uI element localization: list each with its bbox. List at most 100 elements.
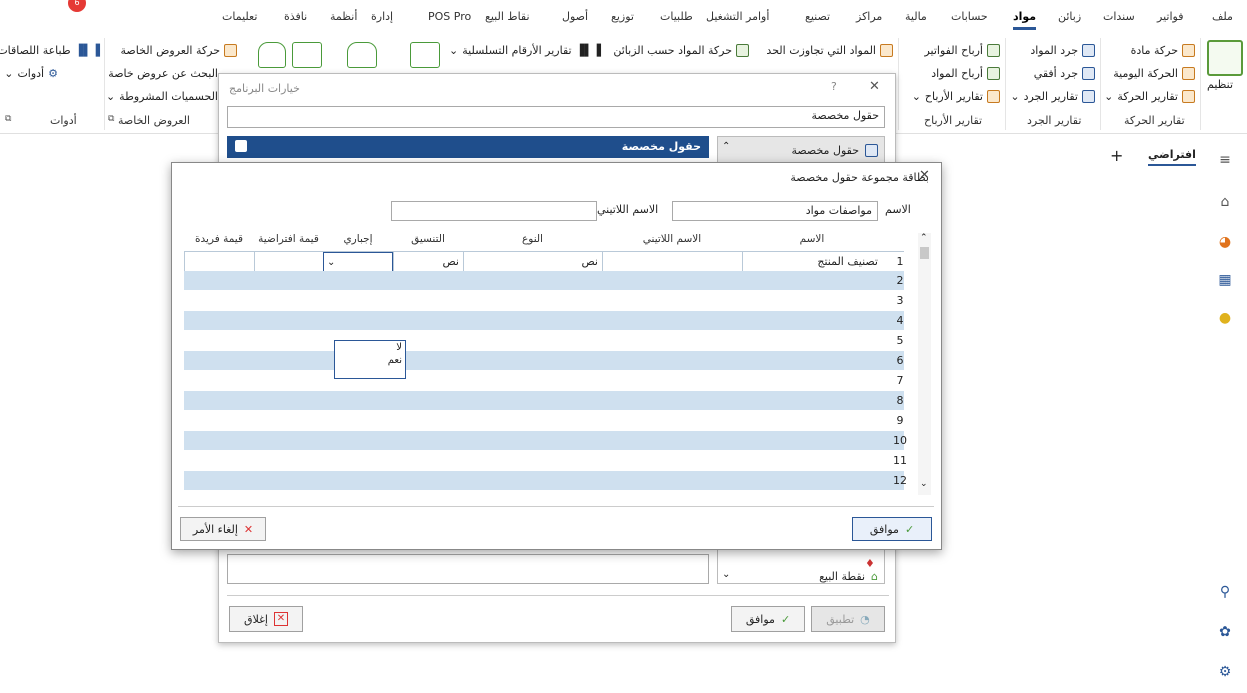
cell-format[interactable]: نص (393, 252, 463, 272)
ribbon-tools[interactable]: ⚙ أدوات ⌄ (4, 67, 58, 80)
menu-customers[interactable]: زبائن (1058, 10, 1081, 23)
table-row[interactable]: 1 تصنيف المنتج نص نص ⌄ (184, 251, 904, 272)
menu-invoices[interactable]: فواتير (1157, 10, 1183, 23)
column-header-format[interactable]: التنسيق (393, 233, 463, 249)
cell-latin-name[interactable] (602, 252, 742, 272)
dropdown-option-no[interactable]: لا (335, 341, 405, 354)
gear-icon[interactable]: ⚙ (1217, 664, 1233, 680)
menu-window[interactable]: نافذة (284, 10, 307, 23)
bag-chart-icon[interactable] (258, 42, 286, 68)
add-tab-button[interactable]: + (1110, 146, 1123, 165)
menu-help[interactable]: تعليمات (222, 10, 257, 23)
table-row[interactable]: 9 (184, 411, 904, 431)
menu-distribution[interactable]: توزيع (611, 10, 634, 23)
column-header-type[interactable]: النوع (463, 233, 602, 249)
close-icon[interactable]: ✕ (919, 168, 930, 183)
ribbon-daily-movement[interactable]: الحركة اليومية (1113, 67, 1195, 80)
organize-label[interactable]: تنظيم (1207, 78, 1233, 91)
close-button[interactable]: ✕ إغلاق (229, 606, 303, 632)
name-input[interactable]: مواصفات مواد (672, 201, 878, 221)
scroll-up-icon[interactable]: ⌃ (722, 141, 730, 152)
menu-manufacturing[interactable]: تصنيع (805, 10, 830, 23)
ribbon-movement-reports[interactable]: تقارير الحركة ⌄ (1104, 90, 1195, 103)
scroll-up-icon[interactable]: ⌃ (920, 233, 928, 243)
latin-name-input[interactable] (391, 201, 597, 221)
pie-chart-icon[interactable]: ◕ (1217, 234, 1233, 250)
table-row[interactable]: 4 (184, 311, 904, 331)
column-header-required[interactable]: إجباري (323, 233, 393, 249)
ribbon-offers-movement[interactable]: حركة العروض الخاصة (121, 44, 237, 57)
cash-chart-icon[interactable] (292, 42, 322, 68)
ribbon-horizontal-inventory[interactable]: جرد أفقي (1034, 67, 1095, 80)
ribbon-material-profit[interactable]: أرباح المواد (931, 67, 1000, 80)
ribbon-search-offers[interactable]: البحث عن عروض خاصة (108, 67, 218, 80)
scrollbar-thumb[interactable] (920, 247, 929, 259)
table-row[interactable]: 6 (184, 351, 904, 371)
table-row[interactable]: 12 (184, 471, 907, 491)
menu-accounts[interactable]: حسابات (951, 10, 988, 23)
column-header-latin-name[interactable]: الاسم اللاتيني (602, 233, 742, 249)
ribbon-movement-by-customer[interactable]: حركة المواد حسب الزبائن (613, 44, 749, 57)
ribbon-conditional-discounts[interactable]: الحسميات المشروطة ⌄ (106, 90, 218, 103)
menu-finance[interactable]: مالية (905, 10, 927, 23)
scroll-down-icon[interactable]: ⌄ (722, 569, 730, 580)
ribbon-exceeded-limit[interactable]: المواد التي تجاوزت الحد (766, 44, 893, 57)
expand-icon[interactable]: ⧉ (108, 114, 114, 124)
column-header-unique-value[interactable]: قيمة فريدة (184, 233, 254, 249)
dropdown-option-yes[interactable]: نعم (335, 354, 405, 367)
close-icon[interactable]: ✕ (869, 79, 880, 94)
lightbulb-icon[interactable]: ● (1217, 310, 1233, 326)
menu-vouchers[interactable]: سندات (1103, 10, 1135, 23)
notification-badge[interactable]: 6 (68, 0, 86, 12)
cash-icon[interactable] (410, 42, 440, 68)
menu-icon[interactable]: ≡ (1217, 152, 1233, 168)
chevron-down-icon[interactable]: ⌄ (327, 253, 335, 271)
search-icon[interactable]: ⚲ (1217, 584, 1233, 600)
table-row[interactable]: 5 (184, 331, 904, 351)
ribbon-inventory-reports[interactable]: تقارير الجرد ⌄ (1010, 90, 1095, 103)
palette-icon[interactable]: ✿ (1217, 624, 1233, 640)
cell-type[interactable]: نص (463, 252, 602, 272)
table-row[interactable]: 8 (184, 391, 904, 411)
grid-scrollbar[interactable]: ⌃ ⌄ (918, 233, 931, 495)
menu-pos-pro[interactable]: POS Pro (428, 10, 471, 23)
menu-admin[interactable]: إدارة (371, 10, 393, 23)
cell-name[interactable]: تصنيف المنتج (742, 252, 882, 272)
cell-default-value[interactable] (254, 252, 323, 272)
ribbon-invoice-profit[interactable]: أرباح الفواتير (924, 44, 1000, 57)
organize-icon[interactable] (1207, 40, 1243, 76)
menu-pos[interactable]: نقاط البيع (485, 10, 530, 23)
menu-centers[interactable]: مراكز (856, 10, 882, 23)
table-row[interactable]: 11 (184, 451, 907, 471)
list-item-pos[interactable]: ⌂ نقطة البيع (738, 567, 884, 585)
home-icon[interactable]: ⌂ (1217, 194, 1233, 210)
table-row[interactable]: 2 (184, 271, 904, 291)
ribbon-profit-reports[interactable]: تقارير الأرباح ⌄ (912, 90, 1000, 103)
menu-assets[interactable]: أصول (562, 10, 588, 23)
table-row[interactable]: 3 (184, 291, 904, 311)
column-header-default-value[interactable]: قيمة افتراضية (254, 233, 323, 249)
ribbon-serial-reports[interactable]: ▐▌▐ تقارير الأرقام التسلسلية ⌄ (449, 44, 601, 57)
help-icon[interactable]: ? (831, 80, 837, 93)
column-header-name[interactable]: الاسم (742, 233, 882, 249)
menu-orders[interactable]: طلبيات (660, 10, 693, 23)
options-search-input[interactable]: حقول مخصصة (227, 106, 885, 128)
menu-file[interactable]: ملف (1212, 10, 1233, 23)
list-item-custom-fields[interactable]: حقول مخصصة (718, 137, 884, 163)
apply-button[interactable]: ◔ تطبيق (811, 606, 885, 632)
ribbon-print-labels[interactable]: ▐▌▐ طباعة اللصاقات (0, 44, 100, 57)
table-row[interactable]: 10 (184, 431, 907, 451)
cell-required-select[interactable]: ⌄ (323, 252, 393, 272)
ribbon-inventory[interactable]: جرد المواد (1030, 44, 1095, 57)
menu-systems[interactable]: أنظمة (330, 10, 357, 23)
ok-button[interactable]: ✓ موافق (852, 517, 932, 541)
bag-icon[interactable] (347, 42, 377, 68)
menu-work-orders[interactable]: أوامر التشغيل (706, 10, 769, 23)
ribbon-material-movement[interactable]: حركة مادة (1131, 44, 1195, 57)
ok-button[interactable]: ✓ موافق (731, 606, 805, 632)
calendar-icon[interactable]: ▦ (1217, 272, 1233, 288)
menu-materials[interactable]: مواد (1013, 10, 1037, 30)
scroll-down-icon[interactable]: ⌄ (920, 479, 928, 489)
expand-icon[interactable]: ⧉ (5, 114, 11, 124)
tab-default[interactable]: افتراضي (1148, 148, 1196, 166)
